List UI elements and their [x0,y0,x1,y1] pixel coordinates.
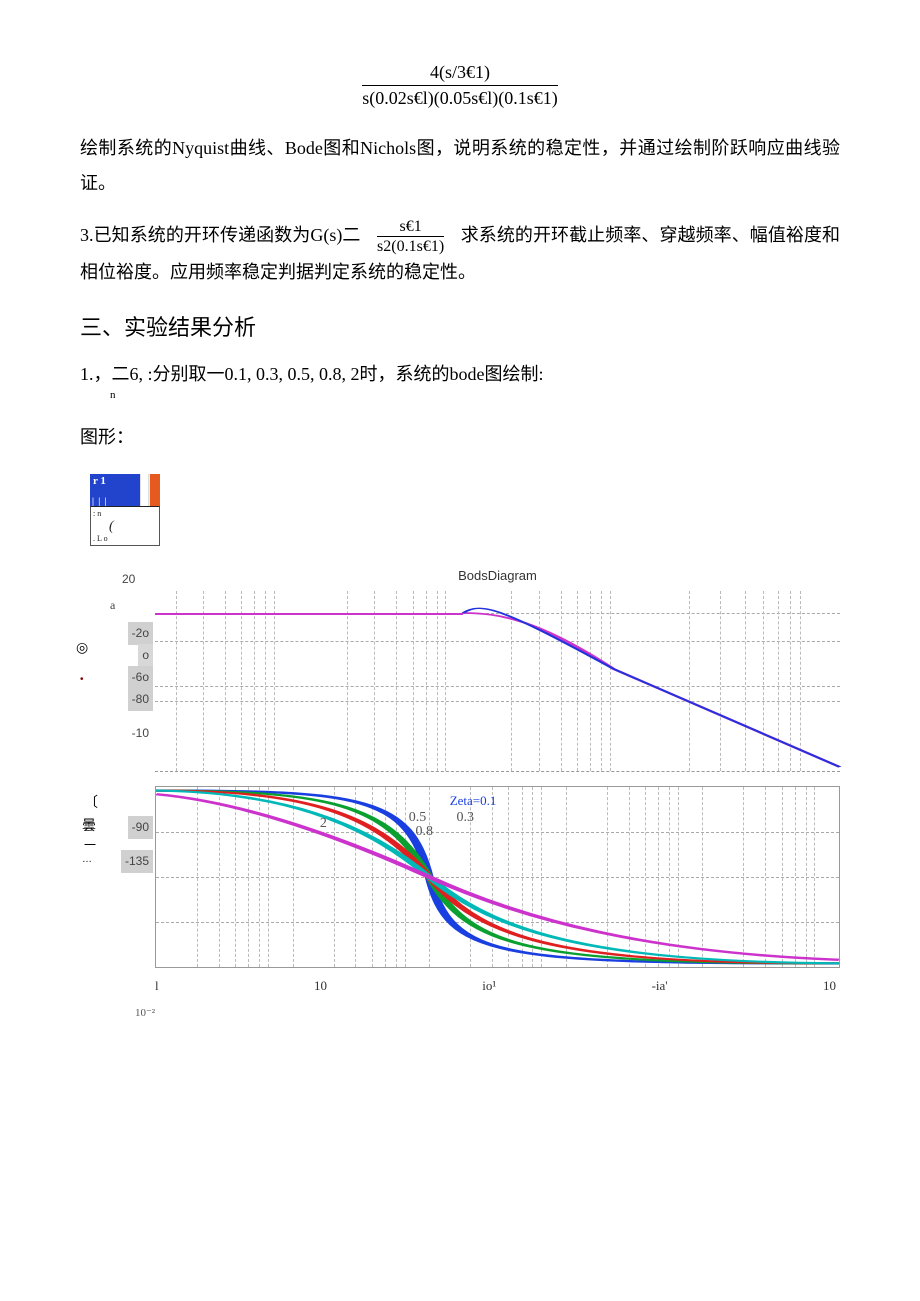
chart-y-axis-area: 20 a -2o ◎ o • -6o -80 -10 〔 曇 -90 一 … -… [80,564,155,998]
phase-tick-2: -135 [121,850,153,873]
bode-diagram: 20 a -2o ◎ o • -6o -80 -10 〔 曇 -90 一 … -… [80,564,840,998]
thumb-label: r 1 [93,475,106,487]
thumb-row1: : n [93,509,101,519]
mag-tick-2: o [138,644,153,667]
thumb-row3: . L o [93,534,108,544]
thumb-bottom: : n ( . L o [90,506,160,546]
section-3-heading: 三、实验结果分析 [80,307,840,349]
thumb-white-strip [140,474,149,506]
thumb-row2: ( [109,519,114,536]
mag-tick-20: 20 [122,568,135,591]
x-tick-0: l [155,974,159,999]
x-tick-2: io¹ [482,974,496,999]
q3-fraction: s€1 s2(0.1s€1) [377,218,444,255]
curve-label-03: 0.3 [457,805,475,832]
paragraph-instruction-1: 绘制系统的Nyquist曲线、Bode图和Nichols图，说明系统的稳定性，并… [80,131,840,199]
mag-tick-4: -80 [128,688,153,711]
q3-num: s€1 [377,218,444,236]
x-tick-3: -ia' [652,974,668,999]
phase-plot: Zeta=0.1 0.5 0.3 2 0.8 [155,786,840,968]
phase-tick-1: -90 [128,816,153,839]
mag-tick-5: -10 [132,722,149,745]
dot-icon: • [80,670,84,689]
x-tick-4: 10 [823,974,836,999]
thumb-orange-strip [149,474,160,506]
target-icon: ◎ [76,634,88,661]
figure-label: 图形： [80,420,840,454]
mag-tick-3: -6o [128,666,153,689]
figure-thumbnail: r 1 | | | : n ( . L o [90,474,160,544]
magnitude-plot [155,591,840,772]
thumb-ticks: | | | [92,497,107,506]
x-axis-labels: l 10 io¹ -ia' 10 [155,974,840,999]
mag-label-a: a [110,594,115,617]
x-origin-label: 10⁻² [135,1003,840,1024]
curve-label-2: 2 [320,811,327,838]
chart-plot-area: BodsDiagram [155,564,840,998]
dots-icon: … [82,850,92,869]
fraction: 4(s/3€1) s(0.02s€l)(0.05s€l)(0.1s€1) [362,60,558,111]
formula-transfer-function: 4(s/3€1) s(0.02s€l)(0.05s€l)(0.1s€1) [80,60,840,111]
formula-numerator: 4(s/3€1) [362,60,558,85]
magnitude-curve-rolloff [463,613,840,753]
mag-tick-1: -2o [128,622,153,645]
x-tick-1: 10 [314,974,327,999]
q3-lead: 3.已知系统的开环传递函数为G(s)二 [80,225,360,245]
formula-denominator: s(0.02s€l)(0.05s€l)(0.1s€1) [362,85,558,111]
curve-label-08: 0.8 [416,819,434,846]
q3-den: s2(0.1s€1) [377,236,444,256]
question-3: 3.已知系统的开环传递函数为G(s)二 s€1 s2(0.1s€1) 求系统的开… [80,218,840,290]
chart-title: BodsDiagram [155,564,840,589]
magnitude-curve-flat [155,613,463,615]
thumb-blue-region: r 1 | | | [90,474,140,506]
